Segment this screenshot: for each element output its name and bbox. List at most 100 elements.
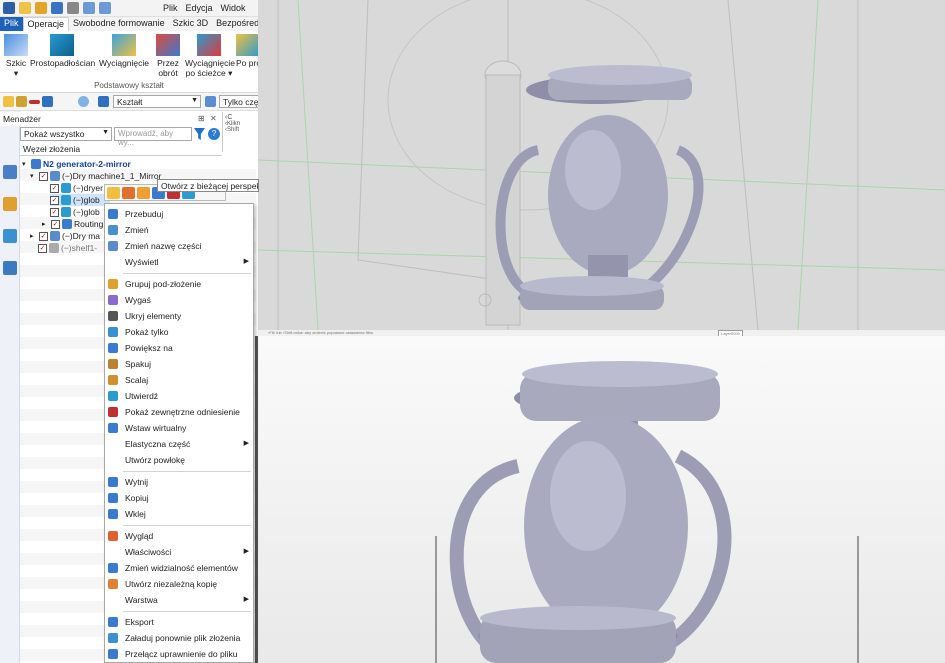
tree-node[interactable]: ▾ ✓ (−)Dry machine1_1_Mirror [30, 170, 161, 182]
menu-item-przelacz-uprawnienie[interactable]: Przełącz uprawnienie do pliku [105, 647, 253, 661]
open-icon[interactable] [122, 187, 135, 199]
undo-icon[interactable] [83, 2, 95, 14]
menu-item-zmien[interactable]: Zmień [105, 223, 253, 237]
menu-edycja[interactable]: Edycja [186, 3, 213, 13]
viewport-top[interactable] [258, 0, 945, 330]
expand-icon[interactable]: ▸ [42, 220, 49, 228]
loft-button[interactable]: Po pro [236, 34, 258, 68]
help-icon[interactable]: ? [208, 128, 220, 140]
menu-item-eksport[interactable]: Eksport [105, 615, 253, 629]
open-perspective-icon[interactable] [137, 187, 150, 199]
user-icon[interactable] [3, 261, 17, 275]
tree-node[interactable]: ▾ N2 generator-2-mirror [22, 158, 131, 170]
snap-icon[interactable] [42, 96, 53, 107]
assembly-icon [50, 171, 60, 181]
tab-szkic-3d[interactable]: Szkic 3D [169, 17, 213, 31]
menu-item-pokaz-odniesienie[interactable]: Pokaż zewnętrzne odniesienie [105, 405, 253, 419]
menu-item-zaladuj-ponownie[interactable]: Załaduj ponownie plik złożenia [105, 631, 253, 645]
wstaw-wirtualny-icon [108, 423, 118, 433]
redo-icon[interactable] [99, 2, 111, 14]
visibility-checkbox[interactable]: ✓ [39, 231, 48, 241]
move-icon[interactable] [16, 96, 27, 107]
pointer-icon[interactable] [3, 96, 14, 107]
tree-node[interactable]: ▸ ✓ Routing [42, 218, 103, 230]
save-icon[interactable] [51, 2, 63, 14]
visibility-checkbox[interactable]: ✓ [39, 171, 48, 181]
collapse-icon[interactable]: ▾ [30, 172, 37, 180]
menu-item-wytnij[interactable]: Wytnij [105, 475, 253, 489]
tab-operacje[interactable]: Operacje [22, 17, 70, 31]
info-panel: ‹C ‹Klikn ‹Shift [222, 112, 258, 152]
parts-only-select[interactable]: Tylko częś [219, 95, 259, 108]
sketch-button[interactable]: Szkic ▾ [3, 34, 29, 78]
menu-widok[interactable]: Widok [221, 3, 246, 13]
zmien-widzialnosc-icon [108, 563, 118, 573]
menu-item-ukryj[interactable]: Ukryj elementy [105, 309, 253, 323]
filter-settings-icon[interactable] [205, 96, 216, 107]
box-icon [50, 34, 74, 56]
visibility-checkbox[interactable]: ✓ [38, 243, 47, 253]
extrude-button[interactable]: Wyciągnięcie [98, 34, 150, 68]
menu-item-wklej[interactable]: Wklej [105, 507, 253, 521]
shape-filter-select[interactable]: Kształt ▼ [113, 95, 201, 108]
tree-node[interactable]: ✓ (−)glob [50, 206, 100, 218]
menu-item-wlasciwosci[interactable]: Właściwości ▶ [105, 545, 253, 559]
box-button[interactable]: Prostopadłościan [30, 34, 95, 68]
menu-item-elastyczna-czesc[interactable]: Elastyczna część ▶ [105, 437, 253, 451]
menu-item-powieksz[interactable]: Powiększ na [105, 341, 253, 355]
menu-item-niezalezna-kopia[interactable]: Utwórz niezależną kopię [105, 577, 253, 591]
revolve-button[interactable]: Przez obrót [154, 34, 182, 78]
menu-item-kopiuj[interactable]: Kopiuj [105, 491, 253, 505]
grupuj-icon [108, 279, 118, 289]
scalaj-icon [108, 375, 118, 385]
assembly-tree-icon[interactable] [3, 165, 17, 179]
menu-item-wyswietl[interactable]: Wyświetl ▶ [105, 255, 253, 269]
edit-icon[interactable] [107, 187, 120, 199]
menu-item-zmien-nazwe[interactable]: Zmień nazwę części [105, 239, 253, 253]
visibility-checkbox[interactable]: ✓ [51, 219, 60, 229]
tab-swobodne-formowanie[interactable]: Swobodne formowanie [69, 17, 169, 31]
menu-item-wyglad[interactable]: Wygląd [105, 529, 253, 543]
menu-item-wygas[interactable]: Wygaś [105, 293, 253, 307]
expand-icon[interactable]: ▸ [30, 232, 37, 240]
menu-plik[interactable]: Plik [163, 3, 178, 13]
show-filter-select[interactable]: Pokaż wszystko ▼ [20, 127, 112, 141]
view-manager-icon[interactable] [3, 229, 17, 243]
valve-model [449, 361, 732, 663]
menu-item-spakuj[interactable]: Spakuj [105, 357, 253, 371]
manager-search-input[interactable]: Wprowadź, aby wy... [114, 127, 192, 147]
tree-node[interactable]: ✓ (−)glob [50, 194, 110, 206]
menu-item-scalaj[interactable]: Scalaj [105, 373, 253, 387]
visibility-checkbox[interactable]: ✓ [50, 195, 59, 205]
pin-icon[interactable]: ⊞ [198, 114, 205, 123]
menu-item-pokaz-tylko[interactable]: Pokaż tylko [105, 325, 253, 339]
tree-node[interactable]: ▸ ✓ (−)Dry ma [30, 230, 100, 242]
tree-node[interactable]: ✓ (−)shelf1- [38, 242, 97, 254]
menu-item-utworz-powloke[interactable]: Utwórz powłokę [105, 453, 253, 467]
viewport-bottom[interactable] [258, 336, 945, 663]
print-icon[interactable] [67, 2, 79, 14]
tab-plik[interactable]: Plik [0, 17, 23, 31]
open-file-icon[interactable] [35, 2, 47, 14]
visibility-checkbox[interactable]: ✓ [50, 207, 59, 217]
menu-item-zmien-widzialnosc[interactable]: Zmień widzialność elementów [105, 561, 253, 575]
chart-filter-icon[interactable] [98, 96, 109, 107]
ukryj-icon [108, 311, 118, 321]
collapse-icon[interactable]: ▾ [22, 160, 29, 168]
sphere-filter-icon[interactable] [78, 96, 89, 107]
sweep-button[interactable]: Wyciągnięcie po ścieżce ▾ [185, 34, 235, 78]
utwierdz-icon [108, 391, 118, 401]
minus-icon[interactable] [29, 100, 40, 104]
wytnij-icon [108, 477, 118, 487]
menu-item-wstaw-wirtualny[interactable]: Wstaw wirtualny [105, 421, 253, 435]
menu-item-warstwa[interactable]: Warstwa ▶ [105, 593, 253, 607]
history-icon[interactable] [3, 197, 17, 211]
visibility-checkbox[interactable]: ✓ [50, 183, 59, 193]
close-panel-icon[interactable]: ✕ [210, 114, 217, 123]
new-file-icon[interactable] [19, 2, 31, 14]
funnel-icon[interactable] [194, 128, 205, 140]
tree-node[interactable]: ✓ (−)dryer [50, 182, 103, 194]
menu-item-przebuduj[interactable]: Przebuduj [105, 207, 253, 221]
menu-item-utwierdz[interactable]: Utwierdź [105, 389, 253, 403]
menu-item-grupuj[interactable]: Grupuj pod-złożenie [105, 277, 253, 291]
